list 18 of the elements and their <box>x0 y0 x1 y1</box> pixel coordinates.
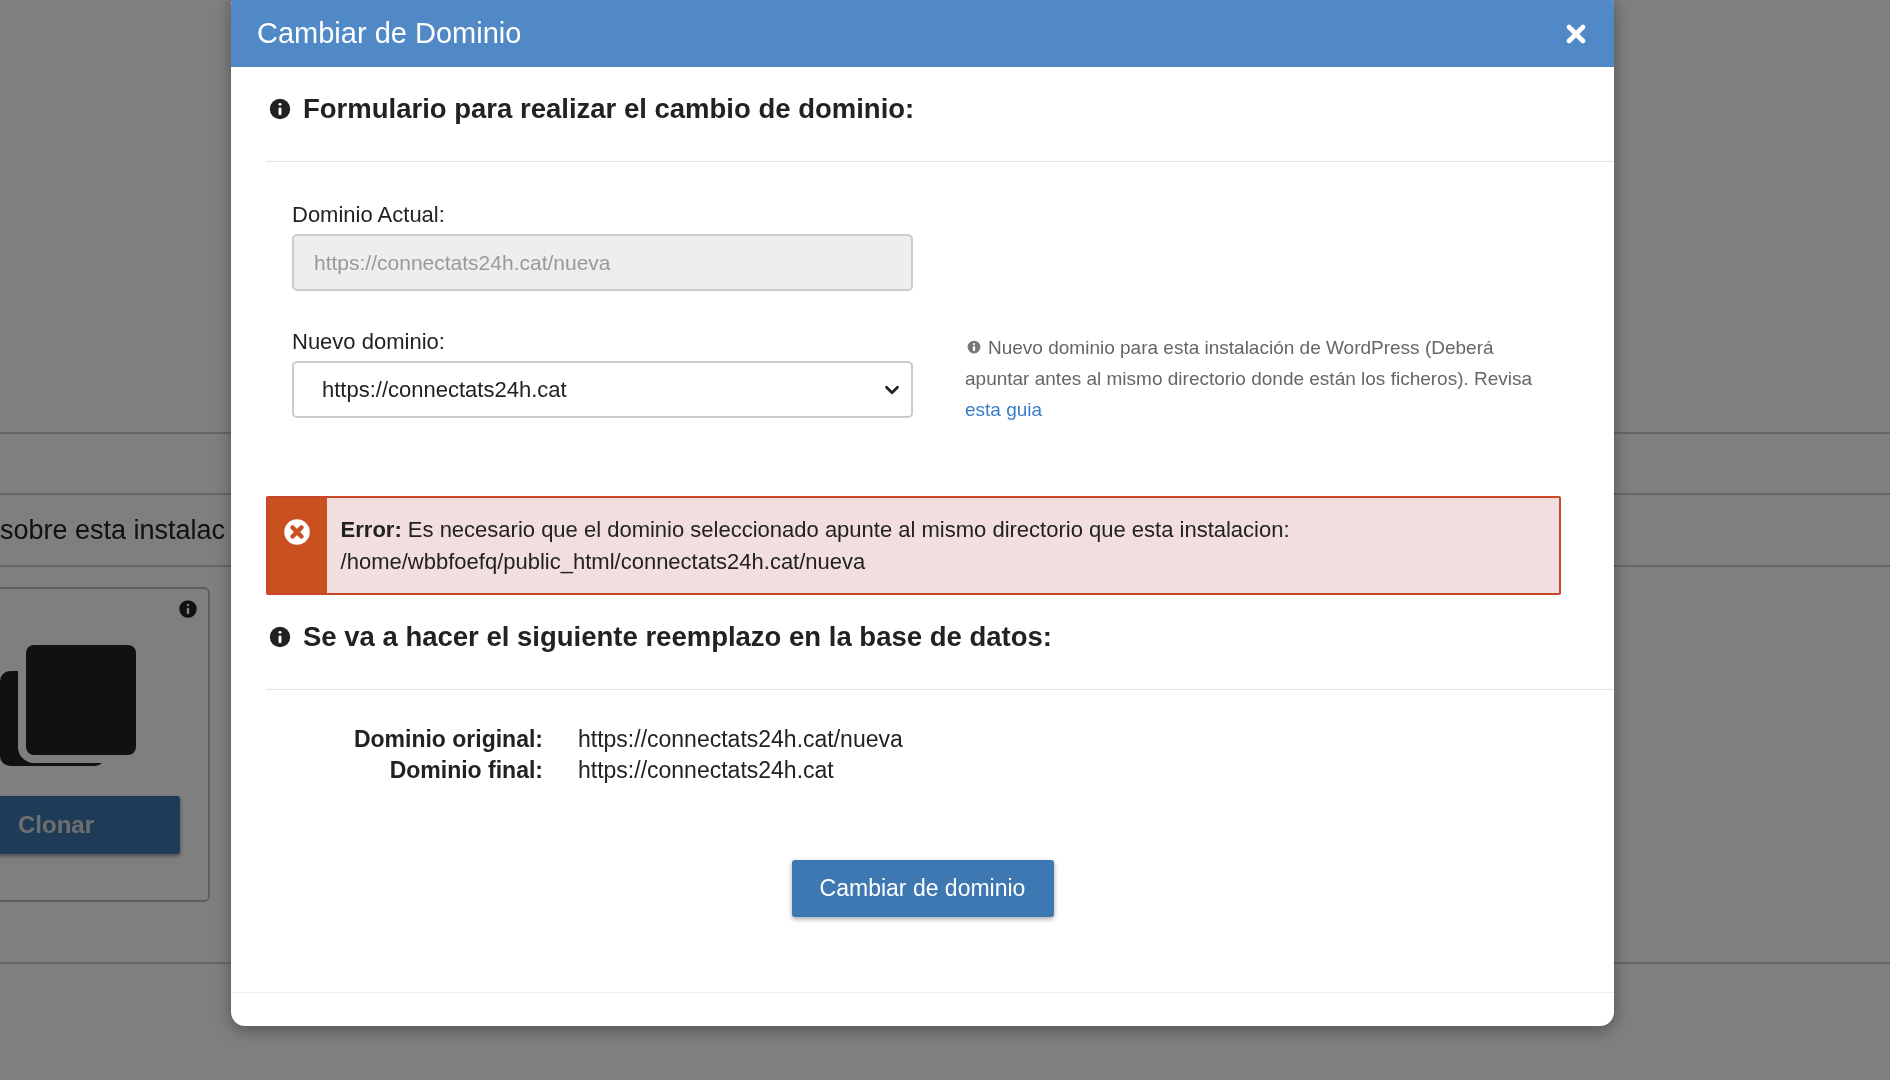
info-icon <box>176 597 200 621</box>
replacement-value: https://connectats24h.cat <box>578 757 835 784</box>
guide-link[interactable]: esta guia <box>965 399 1043 420</box>
replacement-label: Dominio original: <box>352 726 543 753</box>
field-label: Dominio Actual: <box>292 202 446 228</box>
info-icon <box>965 338 983 356</box>
replacement-value: https://connectats24h.cat/nueva <box>578 726 904 753</box>
info-icon <box>266 95 294 123</box>
change-domain-button[interactable]: Cambiar de dominio <box>791 860 1054 917</box>
domain-select[interactable]: https://connectats24h.cat <box>292 361 913 418</box>
info-icon <box>266 623 294 651</box>
help-text: Nuevo dominio para esta instalación de WordPress (Deberá apuntar antes al mismo directorio donde están los ficheros). Revisa esta guia <box>965 336 1534 422</box>
dialog-title: Cambiar de Dominio <box>257 17 522 50</box>
clone-button[interactable]: Clonar <box>0 796 180 854</box>
field-label: Nuevo dominio: <box>292 329 446 355</box>
replacement-label: Dominio final: <box>388 757 543 784</box>
section-heading: Se va a hacer el siguiente reemplazo en la base de datos: <box>303 621 1052 653</box>
section-heading: Formulario para realizar el cambio de dominio: <box>303 93 915 125</box>
